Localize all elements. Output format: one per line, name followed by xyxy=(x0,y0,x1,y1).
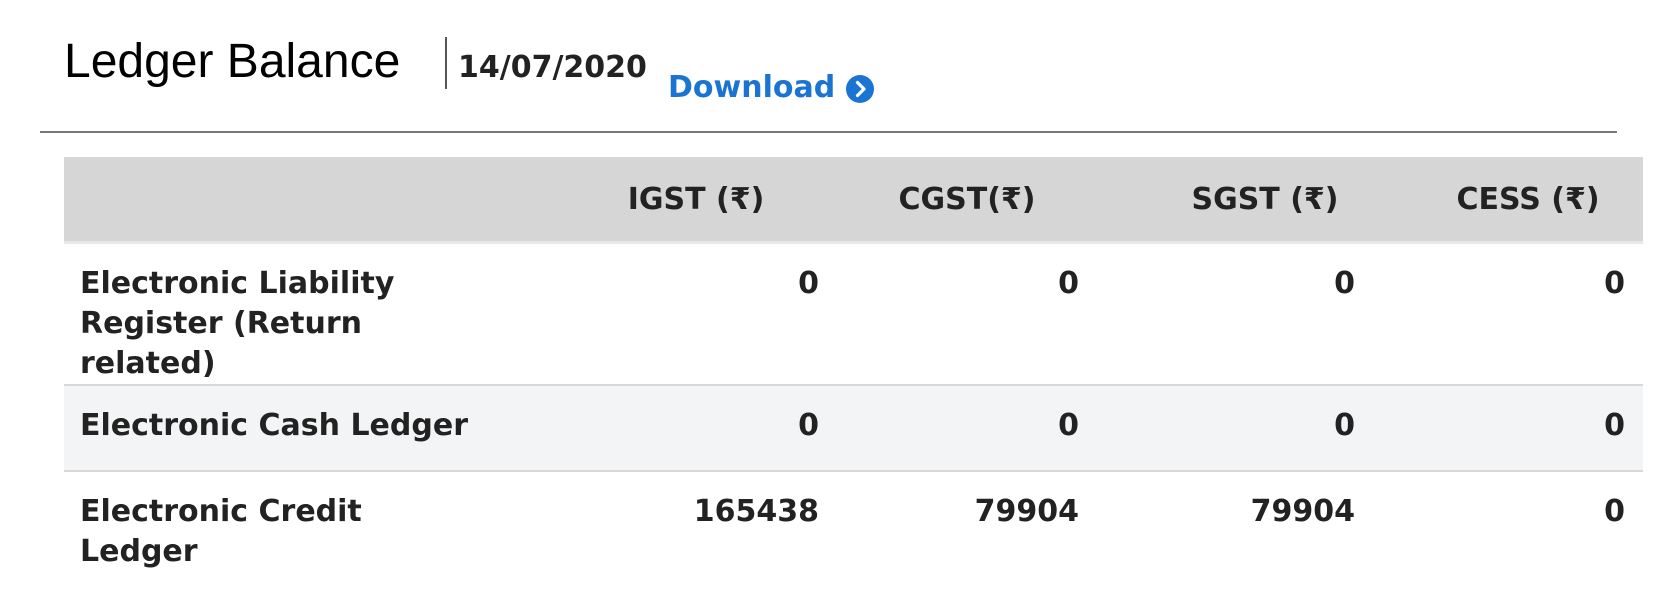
row-label: Electronic Cash Ledger xyxy=(64,384,480,471)
igst-value: 0 xyxy=(480,241,837,385)
column-header-cgst: CGST(₹) xyxy=(837,157,1097,243)
table-row: Electronic Cash Ledger 0 0 0 0 xyxy=(64,384,1643,471)
cess-value: 0 xyxy=(1373,384,1643,471)
cgst-value: 0 xyxy=(837,384,1097,471)
chevron-right-circle-icon xyxy=(845,74,875,104)
column-header-sgst: SGST (₹) xyxy=(1097,157,1373,243)
cess-value: 0 xyxy=(1373,241,1643,385)
sgst-value: 79904 xyxy=(1097,470,1373,572)
table-row: Electronic Credit Ledger 165438 79904 79… xyxy=(64,470,1643,572)
row-label: Electronic Credit Ledger xyxy=(64,470,480,572)
download-link[interactable]: Download xyxy=(668,68,875,108)
column-header-igst: IGST (₹) xyxy=(480,157,837,243)
balance-date: 14/07/2020 xyxy=(458,50,647,85)
header-divider xyxy=(40,131,1617,133)
sgst-value: 0 xyxy=(1097,384,1373,471)
table-header-row: IGST (₹) CGST(₹) SGST (₹) CESS (₹) xyxy=(64,157,1643,243)
page-title: Ledger Balance xyxy=(64,35,401,88)
cess-value: 0 xyxy=(1373,470,1643,572)
download-label: Download xyxy=(668,70,836,105)
ledger-header: Ledger Balance 14/07/2020 Download xyxy=(0,0,1656,132)
table-row: Electronic Liability Register (Return re… xyxy=(64,241,1643,385)
igst-value: 0 xyxy=(480,384,837,471)
cgst-value: 79904 xyxy=(837,470,1097,572)
column-header-cess: CESS (₹) xyxy=(1373,157,1643,243)
row-label: Electronic Liability Register (Return re… xyxy=(64,241,480,385)
title-divider xyxy=(445,37,447,89)
ledger-balance-table: IGST (₹) CGST(₹) SGST (₹) CESS (₹) Elect… xyxy=(64,157,1643,572)
column-header-ledger xyxy=(64,157,480,243)
igst-value: 165438 xyxy=(480,470,837,572)
cgst-value: 0 xyxy=(837,241,1097,385)
sgst-value: 0 xyxy=(1097,241,1373,385)
